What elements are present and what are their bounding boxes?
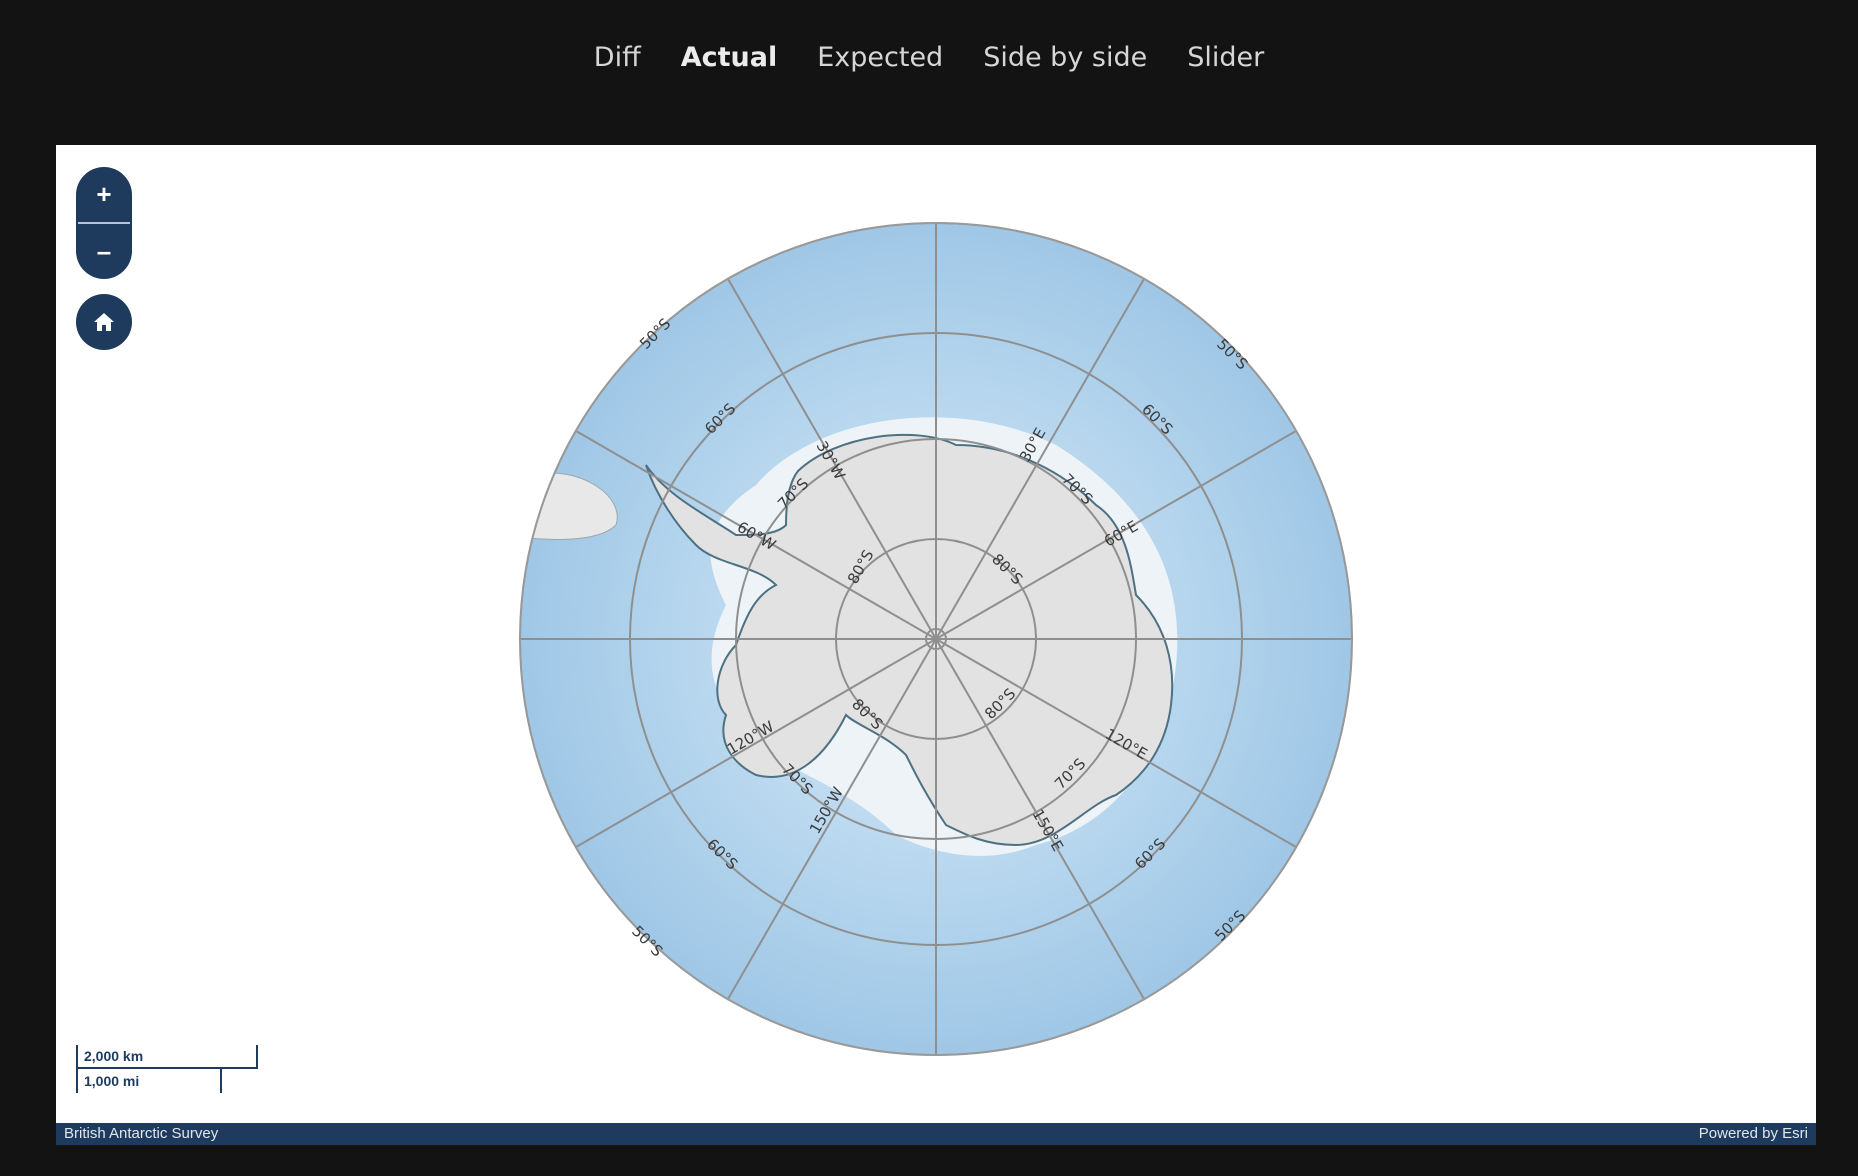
- map-view[interactable]: 50°S 50°S 50°S 50°S 60°S 60°S 60°S 60°S …: [56, 145, 1816, 1145]
- scale-bar: 2,000 km 1,000 mi: [76, 1045, 258, 1093]
- zoom-control: + –: [76, 167, 132, 279]
- view-tabs: Diff Actual Expected Side by side Slider: [0, 36, 1858, 79]
- scale-mi: 1,000 mi: [76, 1069, 222, 1093]
- attribution-powered-by[interactable]: Powered by Esri: [1699, 1123, 1808, 1145]
- tab-actual[interactable]: Actual: [661, 36, 798, 79]
- polar-map: 50°S 50°S 50°S 50°S 60°S 60°S 60°S 60°S …: [519, 222, 1353, 1056]
- tab-expected[interactable]: Expected: [797, 36, 963, 79]
- home-icon: [94, 313, 114, 331]
- attribution-source[interactable]: British Antarctic Survey: [64, 1123, 218, 1145]
- scale-km: 2,000 km: [76, 1045, 258, 1069]
- zoom-in-button[interactable]: +: [76, 167, 132, 222]
- zoom-out-button[interactable]: –: [76, 224, 132, 279]
- tab-side-by-side[interactable]: Side by side: [963, 36, 1167, 79]
- attribution-bar: British Antarctic Survey Powered by Esri: [56, 1123, 1816, 1145]
- tab-slider[interactable]: Slider: [1167, 36, 1284, 79]
- home-button[interactable]: [76, 294, 132, 350]
- tab-diff[interactable]: Diff: [574, 36, 661, 79]
